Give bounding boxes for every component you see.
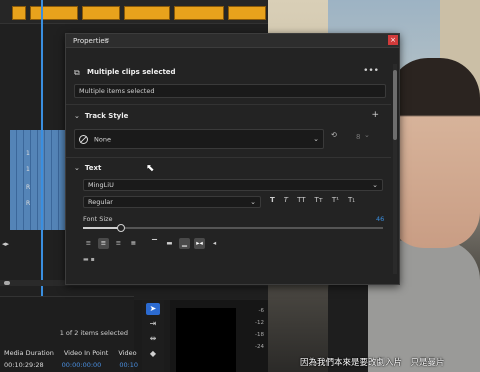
chevron-down-icon: ⌄ [313,135,319,143]
panel-titlebar[interactable]: Properties ≡ × [66,34,399,48]
meter-tick: -24 [255,344,264,350]
font-size-value[interactable]: 46 [376,215,384,223]
meter-tick: -6 [258,308,264,314]
clip-label: 1 [26,166,30,173]
track-expand-icon[interactable]: ◂▸ [2,240,9,248]
video-in-point-value[interactable]: 00:00:00:00 [62,361,102,369]
audio-meter-panel: -6 -12 -18 -24 [170,300,268,372]
video-value[interactable]: 00:10 [119,361,138,369]
divider [66,104,391,105]
name-field[interactable]: Multiple items selected [74,84,386,98]
weight-value: Regular [88,198,113,206]
slider-thumb[interactable] [117,224,125,232]
table-row[interactable]: 00:10:29:28 00:00:00:00 00:10 [4,361,138,369]
media-duration-value: 00:10:29:28 [4,361,44,369]
font-weight-dropdown[interactable]: Regular ⌄ [83,196,261,208]
selection-count: 1 of 2 items selected [59,329,128,337]
clip-marker[interactable] [228,6,266,20]
selection-tool-icon[interactable]: ➤ [146,303,160,315]
text-direction-icon[interactable]: ▸◂ [194,238,205,249]
clip-label: R [26,184,31,191]
column-headers: Media Duration Video In Point Video [4,349,137,357]
more-options-icon[interactable]: ••• [363,66,379,76]
column-video-in-point[interactable]: Video In Point [64,349,109,357]
properties-panel: Properties ≡ × ⧉ Multiple clips selected… [65,33,400,285]
divider [66,157,391,158]
ripple-edit-icon[interactable]: ⇹ [146,333,160,345]
graphics-clips[interactable]: 1 1 R R [10,130,65,230]
track-style-header[interactable]: ⌄ Track Style [74,112,128,120]
meter-tick: -18 [255,332,264,338]
all-caps-button[interactable]: TT [297,196,305,204]
multiple-clips-icon: ⧉ [74,68,80,77]
close-icon[interactable]: × [388,35,398,45]
chevron-down-icon: ⌄ [250,198,256,206]
font-size-label: Font Size [83,215,113,223]
chevron-down-icon[interactable]: ⌄ [74,164,80,172]
clip-label: R [26,200,31,207]
style-count: 8 [356,133,361,141]
project-panel: 1 of 2 items selected Media Duration Vid… [0,296,138,372]
mouse-cursor-icon: ⬉ [146,163,155,174]
align-bottom-icon[interactable]: ▁ [179,238,190,249]
playhead[interactable] [41,0,43,300]
bold-button[interactable]: T [270,196,275,204]
type-style-buttons: T T TT Tт T¹ T₁ [270,196,355,204]
add-style-icon[interactable]: + [371,110,379,120]
razor-icon[interactable]: ◆ [146,348,160,360]
track-select-icon[interactable]: ⇥ [146,318,160,330]
chevron-down-icon[interactable]: ⌄ [74,112,80,120]
small-caps-button[interactable]: Tт [315,196,323,204]
clip-label: 1 [26,150,30,157]
align-right-icon[interactable]: ≡ [113,238,124,249]
selection-label: Multiple clips selected [87,68,176,76]
font-dropdown[interactable]: MingLiU ⌄ [83,179,383,191]
clip-marker[interactable] [124,6,170,20]
panel-scrollbar[interactable] [393,64,397,274]
text-header[interactable]: ⌄ Text [74,164,101,172]
track-style-dropdown[interactable]: None ⌄ [74,129,324,149]
clip-marker[interactable] [82,6,120,20]
track-style-value: None [94,135,111,144]
video-subtitle: 因為我們本來是要改劇入片 只是曼片 [300,358,445,368]
clip-marker[interactable] [12,6,26,20]
column-video[interactable]: Video [118,349,136,357]
superscript-button[interactable]: T¹ [332,196,339,204]
column-media-duration[interactable]: Media Duration [4,349,54,357]
font-value: MingLiU [88,181,114,189]
alignment-buttons: ≡ ≡ ≡ ≣ ▔ ▬ ▁ ▸◂ ◂ [83,238,220,249]
align-middle-icon[interactable]: ▬ [164,238,175,249]
meter-scale: -6 -12 -18 -24 [255,308,264,350]
hamburger-icon[interactable]: ≡ [104,36,110,44]
italic-button[interactable]: T [284,196,288,204]
section-title: Track Style [84,112,129,120]
align-top-icon[interactable]: ▔ [149,238,160,249]
none-icon [79,135,88,144]
tools-panel: ➤ ⇥ ⇹ ◆ [142,300,164,372]
meter-display [176,308,236,372]
font-size-slider[interactable] [83,224,383,232]
chevron-down-icon[interactable]: ⌄ [364,131,370,139]
person-image [388,58,480,248]
clip-marker[interactable] [174,6,224,20]
align-center-icon[interactable]: ≡ [98,238,109,249]
align-left-icon[interactable]: ≡ [83,238,94,249]
section-title: Text [84,164,102,172]
sync-style-icon[interactable]: ⟲ [331,131,337,139]
slider-fill [83,227,121,229]
clip-marker[interactable] [30,6,78,20]
justify-icon[interactable]: ≣ [128,238,139,249]
meter-tick: -12 [255,320,264,326]
subscript-button[interactable]: T₁ [348,196,355,204]
rtl-icon[interactable]: ◂ [209,238,220,249]
chevron-down-icon: ⌄ [372,181,378,189]
more-text-options-icon[interactable]: ▬ ▪ [83,256,95,263]
